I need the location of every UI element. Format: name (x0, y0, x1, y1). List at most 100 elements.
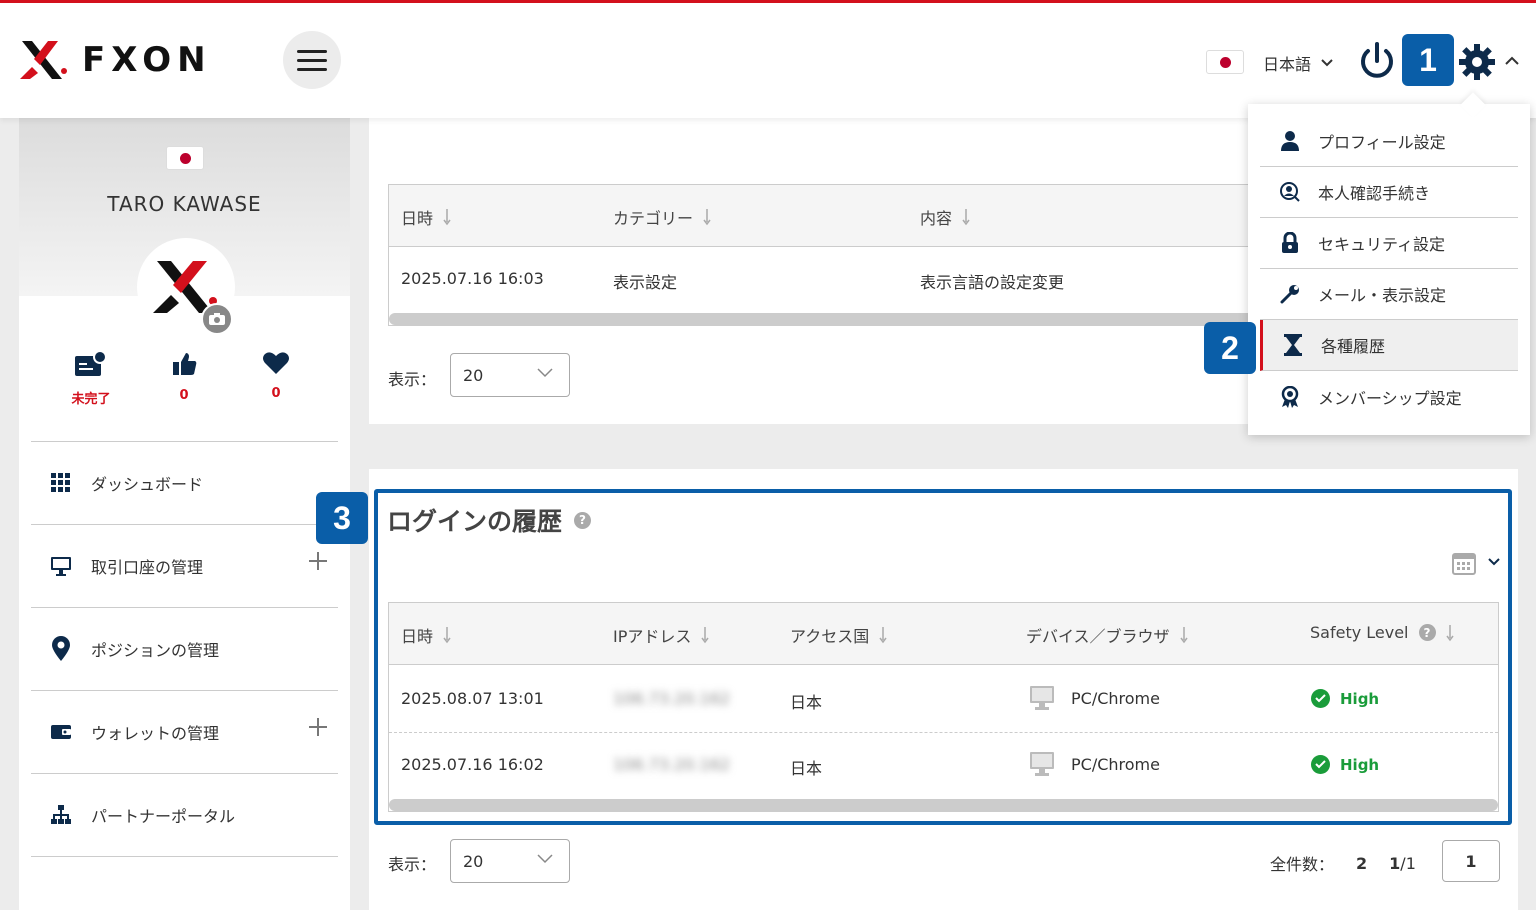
check-circle-icon (1311, 689, 1330, 708)
gear-icon (1459, 44, 1495, 80)
fxon-logo[interactable]: FXON (18, 37, 212, 83)
page-size-select[interactable]: 20 (450, 353, 570, 397)
column-header-country[interactable]: アクセス国 (790, 623, 887, 647)
cell-country: 日本 (790, 759, 823, 778)
sidebar: TARO KAWASE 未完了 0 0 ダッシュボード 取引口座の管理 ポジショ… (19, 118, 350, 910)
sidebar-item-dashboard[interactable]: ダッシュボード (31, 441, 338, 524)
sort-icon (962, 209, 970, 226)
sort-icon (443, 209, 451, 226)
fxon-mark-icon (20, 41, 67, 79)
column-header-datetime[interactable]: 日時 (401, 205, 451, 229)
chevron-down-icon[interactable] (1488, 558, 1500, 566)
power-icon (1361, 42, 1393, 78)
callout-1: 1 (1402, 34, 1454, 86)
sidebar-item-partner-portal[interactable]: パートナーポータル (31, 773, 338, 856)
stat-value: 未完了 (71, 392, 111, 407)
hamburger-line (297, 67, 327, 71)
column-header-safety-level[interactable]: Safety Level ? (1310, 623, 1454, 642)
menu-item-history[interactable]: 各種履歴 (1260, 320, 1518, 371)
sort-icon (1179, 627, 1188, 644)
table-header: 日時 IPアドレス アクセス国 デバイス／ブラウザ Safety Level ? (389, 603, 1498, 665)
stat-likes[interactable]: 0 (154, 350, 214, 403)
logo-text: FXON (82, 40, 212, 80)
menu-item-mail-display[interactable]: メール・表示設定 (1260, 269, 1518, 320)
column-header-ip[interactable]: IPアドレス (613, 623, 709, 647)
stat-favorites[interactable]: 0 (246, 350, 306, 401)
thumbs-up-icon (173, 353, 197, 375)
row-divider (389, 732, 1498, 733)
callout-2: 2 (1204, 322, 1256, 374)
user-name: TARO KAWASE (107, 192, 262, 216)
check-circle-icon (1311, 755, 1330, 774)
column-header-category[interactable]: カテゴリー (613, 205, 711, 229)
column-header-device[interactable]: デバイス／ブラウザ (1026, 623, 1188, 647)
id-card-icon (75, 350, 107, 376)
logout-power-button[interactable] (1358, 41, 1396, 87)
help-icon[interactable]: ? (574, 511, 592, 529)
column-header-datetime[interactable]: 日時 (401, 623, 451, 647)
user-icon (1280, 131, 1300, 151)
sort-icon (701, 627, 709, 644)
chevron-down-icon (537, 854, 553, 864)
cell-category: 表示設定 (613, 273, 678, 292)
settings-gear-button[interactable] (1458, 43, 1496, 85)
heart-icon (263, 352, 289, 374)
cell-datetime: 2025.07.16 16:02 (401, 755, 544, 774)
horizontal-scrollbar[interactable] (389, 799, 1498, 811)
menu-item-membership[interactable]: メンバーシップ設定 (1260, 371, 1518, 422)
cell-datetime: 2025.08.07 13:01 (401, 689, 544, 708)
language-selector[interactable]: 日本語 (1263, 51, 1333, 75)
sidebar-item-positions[interactable]: ポジションの管理 (31, 607, 338, 690)
sitemap-icon (49, 803, 73, 827)
sort-icon (1445, 624, 1454, 641)
menu-item-security[interactable]: セキュリティ設定 (1260, 218, 1518, 269)
wallet-icon (49, 720, 73, 744)
help-icon[interactable]: ? (1418, 624, 1436, 641)
cell-device: PC/Chrome (1029, 685, 1160, 711)
chevron-up-icon[interactable] (1505, 56, 1519, 65)
cell-datetime: 2025.07.16 16:03 (401, 269, 544, 288)
hamburger-line (297, 58, 327, 62)
desktop-icon (1030, 752, 1054, 776)
lock-icon (1280, 232, 1300, 253)
cell-country: 日本 (790, 693, 823, 712)
sidebar-item-label: ポジションの管理 (91, 641, 220, 660)
plus-icon[interactable] (308, 717, 328, 737)
sidebar-item-wallet[interactable]: ウォレットの管理 (31, 690, 338, 773)
login-history-table: 日時 IPアドレス アクセス国 デバイス／ブラウザ Safety Level ?… (388, 602, 1499, 812)
cell-content: 表示言語の設定変更 (920, 273, 1065, 292)
camera-icon[interactable] (201, 303, 233, 335)
chevron-down-icon (537, 368, 553, 378)
sort-icon (443, 627, 451, 644)
cell-device: PC/Chrome (1029, 751, 1160, 777)
page-indicator: 1/1 (1389, 853, 1416, 873)
desktop-icon (1030, 686, 1054, 710)
monitor-icon (49, 554, 73, 578)
page-size-select[interactable]: 20 (450, 839, 570, 883)
sidebar-item-trading-accounts[interactable]: 取引口座の管理 (31, 524, 338, 607)
grid-icon (49, 471, 73, 495)
chevron-down-icon (1321, 59, 1333, 67)
page-size-label: 表示： (388, 370, 437, 389)
wrench-icon (1280, 284, 1300, 304)
menu-item-profile[interactable]: プロフィール設定 (1260, 116, 1518, 167)
plus-icon[interactable] (308, 551, 328, 571)
menu-item-identity-verification[interactable]: 本人確認手続き (1260, 167, 1518, 218)
id-badge-icon (1280, 182, 1300, 202)
hamburger-menu-button[interactable] (283, 31, 341, 89)
country-flag-icon (166, 146, 204, 170)
sidebar-item-label: ダッシュボード (91, 475, 204, 494)
sort-icon (879, 627, 887, 644)
total-count: 2 (1356, 853, 1368, 873)
map-pin-icon (49, 636, 73, 661)
calendar-icon[interactable] (1452, 551, 1476, 575)
page-size-label: 表示： (388, 855, 437, 874)
award-icon (1280, 385, 1300, 408)
sidebar-divider (31, 856, 338, 857)
stat-verification[interactable]: 未完了 (61, 350, 121, 407)
column-header-content[interactable]: 内容 (920, 205, 970, 229)
page-number-button[interactable]: 1 (1442, 840, 1500, 882)
cell-ip-address: 106.73.20.162 (613, 689, 731, 708)
pagination-summary: 全件数： 2 1/1 (1270, 851, 1416, 875)
sidebar-item-label: パートナーポータル (91, 807, 236, 826)
